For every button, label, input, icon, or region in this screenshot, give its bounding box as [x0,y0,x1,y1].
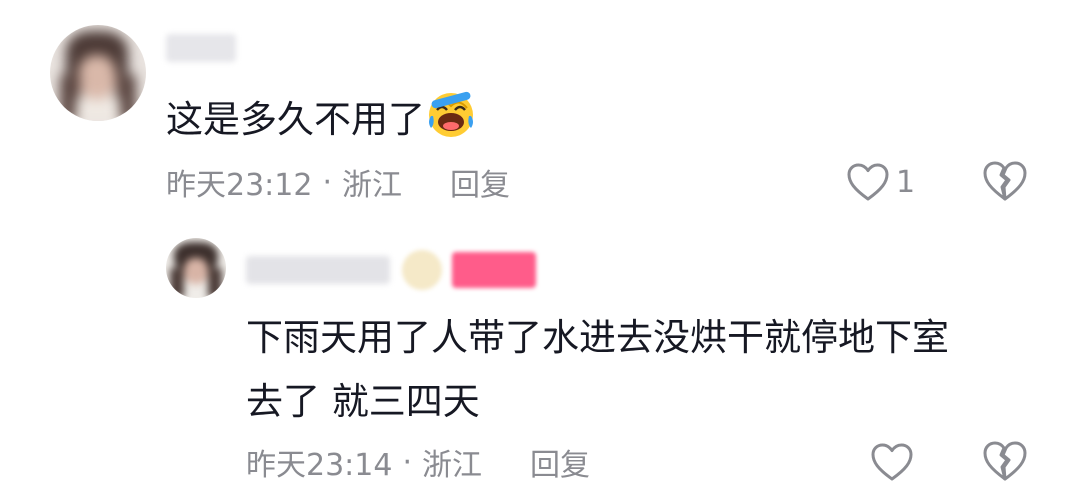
reply-text-line-1: 下雨天用了人带了水进去没烘干就停地下室 [246,316,949,359]
broken-heart-icon [983,441,1027,481]
reply-button[interactable]: 回复 [530,440,590,484]
dislike-button[interactable] [982,160,1028,204]
comment-item: 这是多久不用了 昨天23:12 · 浙江 回复 1 [0,0,1080,230]
comment-text: 这是多久不用了 [166,88,477,148]
like-count: 1 [896,164,916,200]
comment-location: 浙江 [342,168,403,203]
reply-meta: 昨天23:14 · 浙江 回复 [246,440,590,484]
comment-meta: 昨天23:12 · 浙江 回复 [166,160,510,204]
meta-separator: · [322,164,333,200]
reply-button[interactable]: 回复 [450,160,510,204]
broken-heart-icon [983,161,1027,201]
reply-item: 下雨天用了人带了水进去没烘干就停地下室 去了 就三四天 昨天23:14 · 浙江… [0,230,1080,494]
dislike-button[interactable] [982,440,1028,484]
laughing-crying-emoji-icon [429,91,473,137]
comment-time: 昨天23:12 [166,168,313,203]
username[interactable] [246,256,390,284]
reply-text-line-2: 去了 就三四天 [246,380,480,423]
like-button[interactable]: 1 [846,160,915,204]
avatar[interactable] [166,238,226,298]
heart-outline-icon [847,163,889,201]
heart-outline-icon [871,443,913,481]
fan-badge [452,252,536,288]
like-button[interactable] [870,440,914,484]
user-level-badge [402,250,442,290]
reply-location: 浙江 [422,448,483,483]
username[interactable] [166,34,236,62]
meta-separator: · [402,444,413,480]
comment-text-content: 这是多久不用了 [166,98,425,141]
avatar[interactable] [50,25,146,121]
reply-time: 昨天23:14 [246,448,393,483]
